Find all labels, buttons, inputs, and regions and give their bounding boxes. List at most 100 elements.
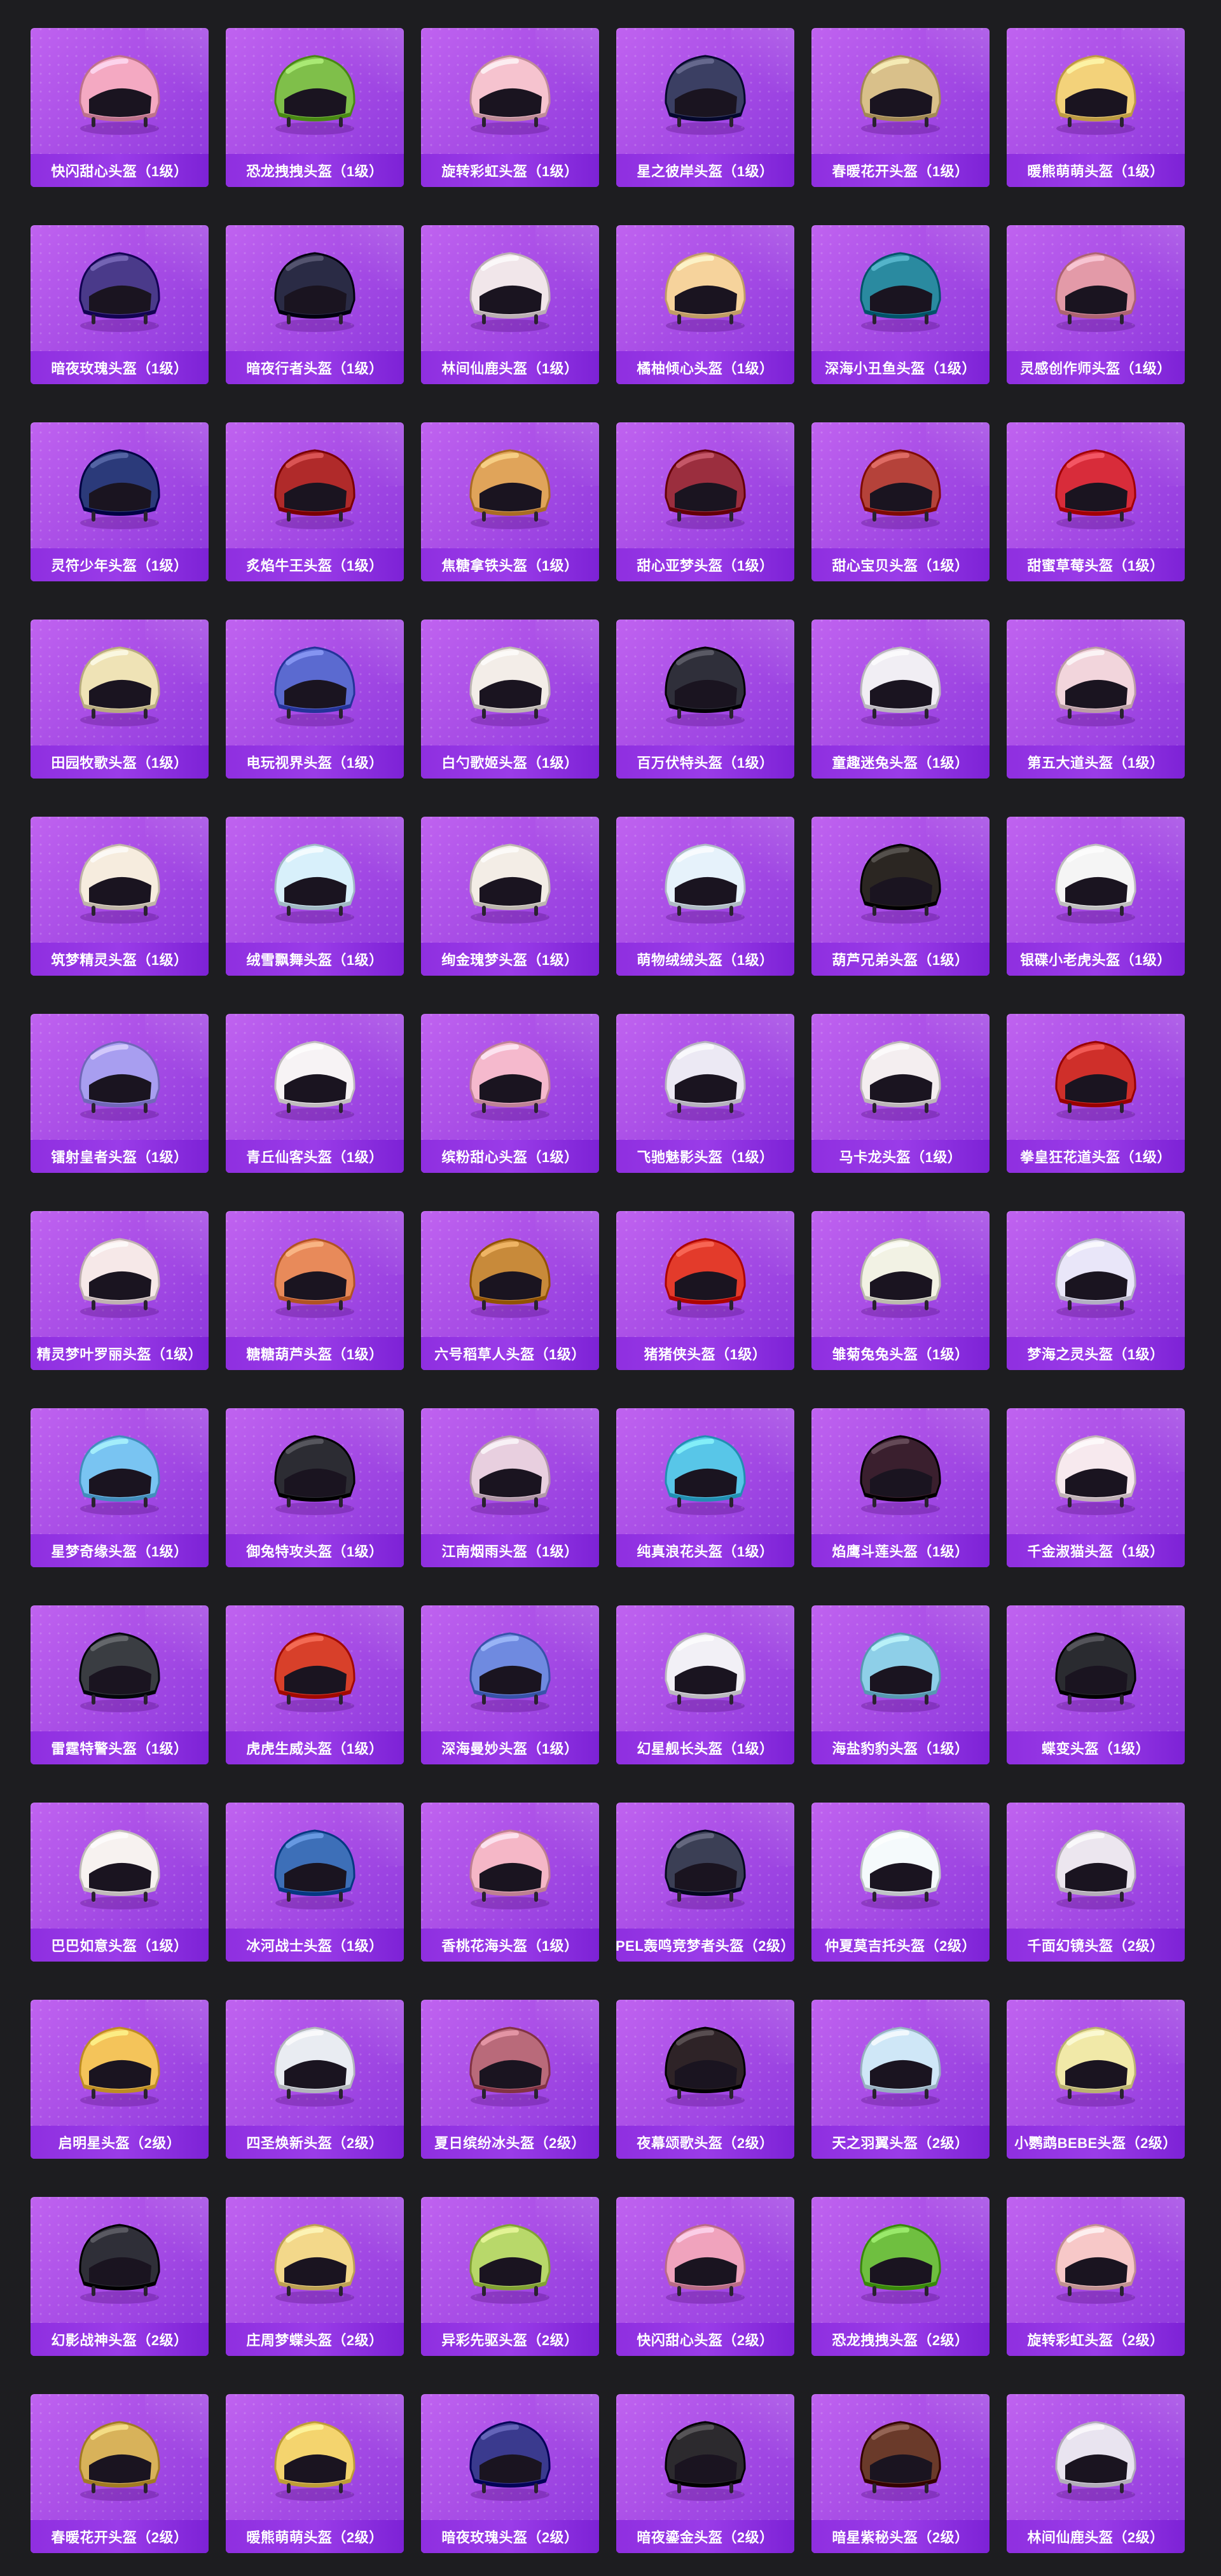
helmet-card[interactable]: 深海曼妙头盔（1级） [421,1605,599,1764]
helmet-image [469,1238,551,1318]
helmet-name: 第五大道头盔（1级） [1007,745,1185,779]
helmet-image [860,252,941,332]
helmet-card[interactable]: 纯真浪花头盔（1级） [616,1408,794,1567]
helmet-card[interactable]: 恐龙拽拽头盔（2级） [811,2197,990,2356]
helmet-card[interactable]: 春暖花开头盔（2级） [31,2394,209,2553]
helmet-card[interactable]: 仲夏莫吉托头盔（2级） [811,1803,990,1962]
helmet-card[interactable]: 甜心亚梦头盔（1级） [616,422,794,581]
helmet-card[interactable]: 江南烟雨头盔（1级） [421,1408,599,1567]
helmet-card[interactable]: 小鹦鹉BEBE头盔（2级） [1007,2000,1185,2159]
helmet-image [79,2026,160,2107]
helmet-image [1055,646,1136,726]
helmet-card[interactable]: 天之羽翼头盔（2级） [811,2000,990,2159]
helmet-image [1055,1829,1136,1909]
helmet-card[interactable]: 猪猪侠头盔（1级） [616,1211,794,1370]
helmet-card[interactable]: 暗夜玫瑰头盔（1级） [31,225,209,384]
helmet-card[interactable]: 缤粉甜心头盔（1级） [421,1014,599,1173]
helmet-card[interactable]: 千金淑猫头盔（1级） [1007,1408,1185,1567]
helmet-card[interactable]: 镭射皇者头盔（1级） [31,1014,209,1173]
helmet-card[interactable]: 深海小丑鱼头盔（1级） [811,225,990,384]
helmet-card[interactable]: 异彩先驱头盔（2级） [421,2197,599,2356]
helmet-card[interactable]: 葫芦兄弟头盔（1级） [811,817,990,976]
helmet-name: 灵符少年头盔（1级） [31,548,209,581]
helmet-card[interactable]: 橘柚倾心头盔（1级） [616,225,794,384]
helmet-card[interactable]: 绚金瑰梦头盔（1级） [421,817,599,976]
helmet-card[interactable]: 海盐豹豹头盔（1级） [811,1605,990,1764]
helmet-card[interactable]: 焰鹰斗莲头盔（1级） [811,1408,990,1567]
helmet-card[interactable]: 夜幕颂歌头盔（2级） [616,2000,794,2159]
helmet-card[interactable]: 星梦奇缘头盔（1级） [31,1408,209,1567]
helmet-card[interactable]: 暖熊萌萌头盔（2级） [226,2394,404,2553]
helmet-card[interactable]: 灵符少年头盔（1级） [31,422,209,581]
helmet-card[interactable]: 幻影战神头盔（2级） [31,2197,209,2356]
helmet-card[interactable]: PEL轰鸣竞梦者头盔（2级） [616,1803,794,1962]
helmet-image [79,252,160,332]
helmet-card[interactable]: 马卡龙头盔（1级） [811,1014,990,1173]
helmet-card[interactable]: 庄周梦蝶头盔（2级） [226,2197,404,2356]
helmet-card[interactable]: 田园牧歌头盔（1级） [31,620,209,779]
helmet-card[interactable]: 四圣焕新头盔（2级） [226,2000,404,2159]
helmet-card[interactable]: 虎虎生威头盔（1级） [226,1605,404,1764]
helmet-card[interactable]: 雷霆特警头盔（1级） [31,1605,209,1764]
helmet-card[interactable]: 精灵梦叶罗丽头盔（1级） [31,1211,209,1370]
helmet-card[interactable]: 御兔特攻头盔（1级） [226,1408,404,1567]
helmet-image [469,2026,551,2107]
helmet-card[interactable]: 暗夜鎏金头盔（2级） [616,2394,794,2553]
helmet-card[interactable]: 千面幻镜头盔（2级） [1007,1803,1185,1962]
helmet-card[interactable]: 林间仙鹿头盔（1级） [421,225,599,384]
helmet-image [274,449,355,529]
helmet-image [1055,55,1136,135]
helmet-name: 糖糖葫芦头盔（1级） [226,1337,404,1370]
helmet-card[interactable]: 春暖花开头盔（1级） [811,28,990,187]
helmet-card[interactable]: 糖糖葫芦头盔（1级） [226,1211,404,1370]
helmet-card[interactable]: 暗夜玫瑰头盔（2级） [421,2394,599,2553]
helmet-card[interactable]: 快闪甜心头盔（2级） [616,2197,794,2356]
helmet-card[interactable]: 百万伏特头盔（1级） [616,620,794,779]
helmet-card[interactable]: 六号稻草人头盔（1级） [421,1211,599,1370]
helmet-card[interactable]: 幻星舰长头盔（1级） [616,1605,794,1764]
helmet-card[interactable]: 电玩视界头盔（1级） [226,620,404,779]
helmet-image [1055,2421,1136,2501]
helmet-card[interactable]: 蝶变头盔（1级） [1007,1605,1185,1764]
helmet-image [79,1041,160,1121]
helmet-card[interactable]: 雏菊兔兔头盔（1级） [811,1211,990,1370]
helmet-image [860,1238,941,1318]
helmet-card[interactable]: 焦糖拿铁头盔（1级） [421,422,599,581]
helmet-card[interactable]: 青丘仙客头盔（1级） [226,1014,404,1173]
helmet-card[interactable]: 童趣迷兔头盔（1级） [811,620,990,779]
helmet-card[interactable]: 旋转彩虹头盔（2级） [1007,2197,1185,2356]
helmet-card[interactable]: 暗夜行者头盔（1级） [226,225,404,384]
helmet-name: 江南烟雨头盔（1级） [421,1534,599,1567]
helmet-card[interactable]: 巴巴如意头盔（1级） [31,1803,209,1962]
helmet-card[interactable]: 飞驰魅影头盔（1级） [616,1014,794,1173]
helmet-card[interactable]: 香桃花海头盔（1级） [421,1803,599,1962]
helmet-card[interactable]: 启明星头盔（2级） [31,2000,209,2159]
helmet-name: 暗夜行者头盔（1级） [226,351,404,384]
helmet-card[interactable]: 白勺歌姬头盔（1级） [421,620,599,779]
helmet-card[interactable]: 灵感创作师头盔（1级） [1007,225,1185,384]
helmet-card[interactable]: 林间仙鹿头盔（2级） [1007,2394,1185,2553]
helmet-card[interactable]: 旋转彩虹头盔（1级） [421,28,599,187]
helmet-card[interactable]: 星之彼岸头盔（1级） [616,28,794,187]
helmet-name: 春暖花开头盔（2级） [31,2520,209,2553]
helmet-name: 深海曼妙头盔（1级） [421,1731,599,1764]
helmet-card[interactable]: 拳皇狂花道头盔（1级） [1007,1014,1185,1173]
helmet-name: 蝶变头盔（1级） [1007,1731,1185,1764]
helmet-card[interactable]: 萌物绒绒头盔（1级） [616,817,794,976]
helmet-card[interactable]: 炙焰牛王头盔（1级） [226,422,404,581]
helmet-card[interactable]: 绒雪飘舞头盔（1级） [226,817,404,976]
helmet-card[interactable]: 暖熊萌萌头盔（1级） [1007,28,1185,187]
helmet-card[interactable]: 第五大道头盔（1级） [1007,620,1185,779]
helmet-card[interactable]: 恐龙拽拽头盔（1级） [226,28,404,187]
helmet-image [79,646,160,726]
helmet-card[interactable]: 快闪甜心头盔（1级） [31,28,209,187]
helmet-card[interactable]: 筑梦精灵头盔（1级） [31,817,209,976]
helmet-card[interactable]: 梦海之灵头盔（1级） [1007,1211,1185,1370]
helmet-card[interactable]: 银碟小老虎头盔（1级） [1007,817,1185,976]
helmet-card[interactable]: 甜蜜草莓头盔（1级） [1007,422,1185,581]
helmet-card[interactable]: 暗星紫秘头盔（2级） [811,2394,990,2553]
helmet-image [860,843,941,924]
helmet-card[interactable]: 甜心宝贝头盔（1级） [811,422,990,581]
helmet-card[interactable]: 冰河战士头盔（1级） [226,1803,404,1962]
helmet-card[interactable]: 夏日缤纷冰头盔（2级） [421,2000,599,2159]
